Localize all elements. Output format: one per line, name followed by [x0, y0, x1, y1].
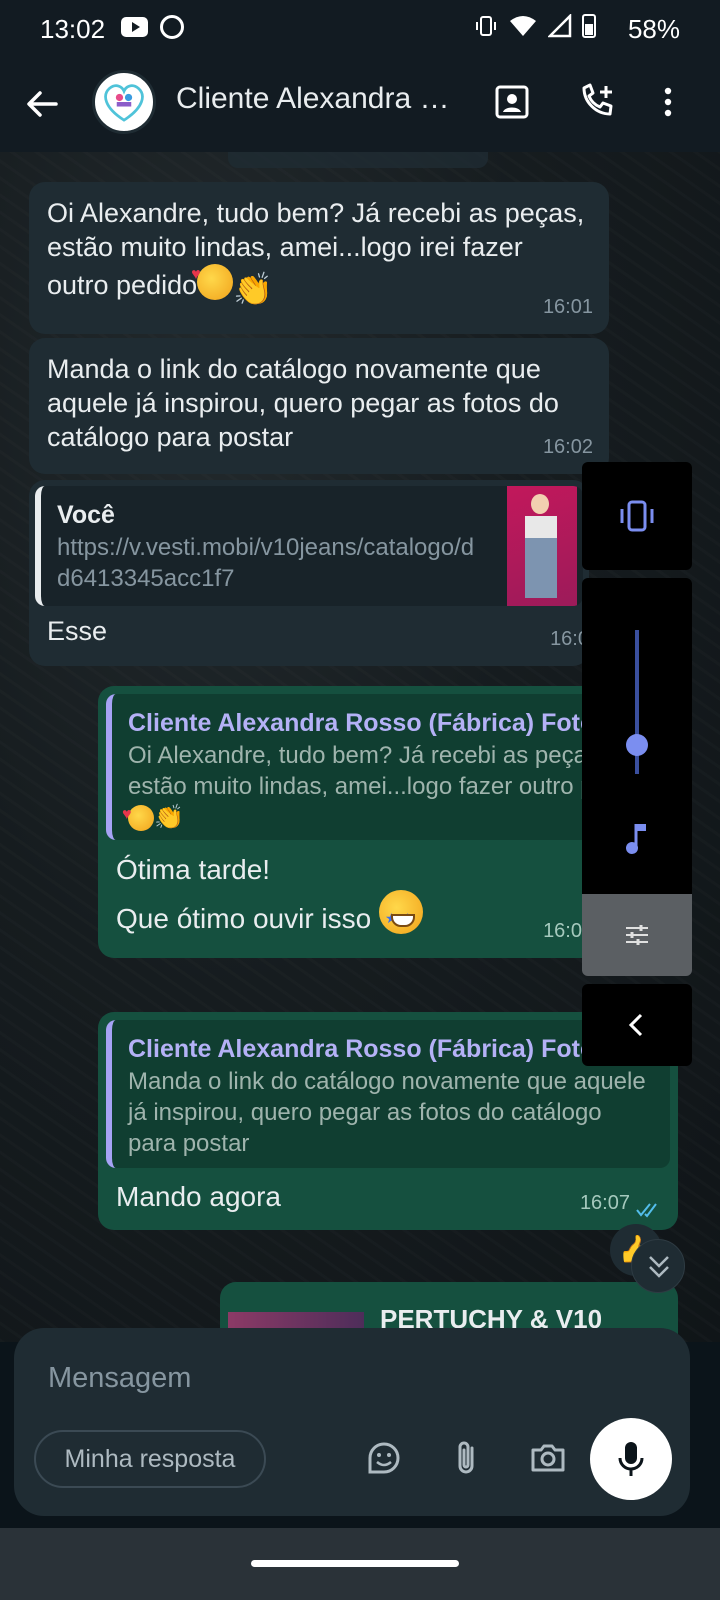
vibrate-icon	[476, 16, 496, 36]
clapping-hands-emoji: 👏	[154, 804, 184, 831]
quote-text: Oi Alexandre, tudo bem? Já recebi as peç…	[122, 740, 656, 833]
add-call-icon[interactable]	[576, 82, 616, 122]
wifi-icon	[510, 16, 536, 36]
voice-message-button[interactable]	[590, 1418, 672, 1500]
star-struck-emoji	[379, 890, 423, 940]
tune-icon	[626, 925, 648, 945]
signal-icon	[548, 14, 572, 38]
chat-header: Cliente Alexandra Rosso (Fábrica) Fotos	[0, 56, 720, 152]
collapse-volume-button[interactable]	[582, 984, 692, 1066]
message-input[interactable]: Mensagem	[48, 1362, 191, 1395]
quote-text-body: Oi Alexandre, tudo bem? Já recebi as peç…	[128, 742, 653, 800]
youtube-icon	[121, 17, 148, 37]
home-gesture-bar[interactable]	[251, 1560, 459, 1567]
message-text: Esse	[47, 616, 108, 646]
quick-reply-chip[interactable]: Minha resposta	[34, 1430, 266, 1488]
contact-name[interactable]: Cliente Alexandra Rosso (Fábrica) Fotos	[176, 82, 466, 116]
whatsapp-icon	[160, 15, 184, 39]
quote-link: https://v.vesti.mobi/v10jeans/catalogo/d…	[57, 534, 475, 592]
status-bar: 13:02 58%	[0, 0, 720, 56]
battery-percent: 58%	[627, 14, 680, 44]
video-call-icon[interactable]	[492, 82, 532, 122]
quote-author: Cliente Alexandra Rosso (Fábrica) Fotos	[128, 1035, 610, 1063]
microphone-icon	[618, 1442, 644, 1476]
music-note-icon	[626, 824, 646, 854]
vibrate-toggle[interactable]	[582, 462, 692, 570]
incoming-message[interactable]: Manda o link do catálogo novamente que a…	[29, 338, 609, 474]
read-ticks-icon	[636, 1203, 657, 1218]
sticker-icon[interactable]	[364, 1438, 404, 1478]
scroll-to-bottom-button[interactable]	[631, 1239, 685, 1293]
contact-avatar[interactable]	[92, 70, 156, 134]
battery-icon	[582, 14, 596, 38]
message-time: 16:0	[543, 920, 582, 942]
message-text: Manda o link do catálogo novamente que a…	[47, 354, 559, 452]
more-options-icon[interactable]	[648, 82, 688, 122]
double-chevron-down-icon	[649, 1256, 669, 1278]
sound-settings-button[interactable]	[582, 894, 692, 976]
message-text: Oi Alexandre, tudo bem? Já recebi as peç…	[47, 198, 585, 300]
attach-icon[interactable]	[446, 1438, 486, 1478]
volume-slider-thumb[interactable]	[626, 734, 648, 756]
clapping-hands-emoji: 👏	[233, 271, 273, 307]
date-chip	[228, 152, 488, 168]
message-line: Que ótimo ouvir isso	[116, 903, 372, 934]
message-time: 16:02	[542, 436, 593, 458]
compose-box: Mensagem Minha resposta	[14, 1328, 690, 1516]
vibrate-icon	[620, 500, 654, 532]
status-time: 13:02	[40, 14, 106, 44]
incoming-message[interactable]: Oi Alexandre, tudo bem? Já recebi as peç…	[29, 182, 609, 334]
incoming-message[interactable]: Você https://v.vesti.mobi/v10jeans/catal…	[29, 480, 589, 666]
camera-icon[interactable]	[528, 1438, 568, 1478]
product-thumbnail	[507, 486, 577, 606]
back-arrow-icon[interactable]	[22, 84, 62, 124]
message-time: 16:07	[579, 1192, 630, 1214]
quote-author: Você	[57, 501, 115, 529]
quote-author: Cliente Alexandra Rosso (Fábrica) Fotos	[128, 709, 610, 737]
chevron-left-icon	[628, 1013, 643, 1037]
quote-text: Manda o link do catálogo novamente que a…	[128, 1068, 646, 1157]
system-nav-bar	[0, 1528, 720, 1600]
quoted-message[interactable]: Você https://v.vesti.mobi/v10jeans/catal…	[35, 486, 583, 606]
smiling-hearts-emoji	[191, 258, 234, 300]
volume-panel[interactable]	[582, 578, 692, 894]
smiling-hearts-emoji	[122, 799, 154, 831]
message-time: 16:01	[542, 296, 593, 318]
